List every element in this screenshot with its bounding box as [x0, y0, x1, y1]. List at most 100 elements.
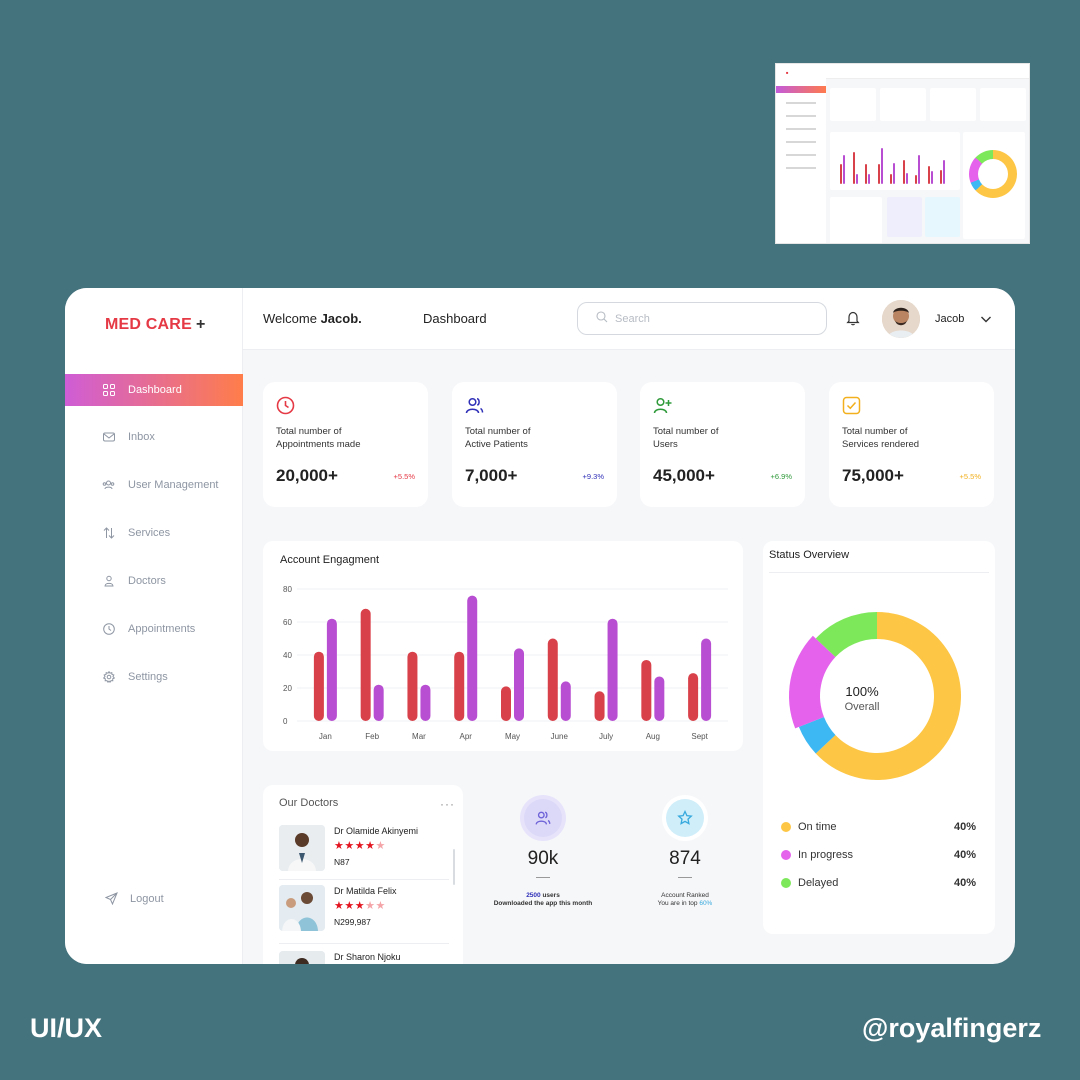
- star-filled-icon: ★: [344, 840, 355, 852]
- thumb-card: [880, 88, 926, 121]
- thumb-bar: [865, 164, 867, 184]
- sidebar-item-inbox[interactable]: Inbox: [65, 421, 243, 453]
- search-input[interactable]: [615, 312, 815, 325]
- mail-icon: [102, 431, 115, 444]
- doctor-card[interactable]: Dr Olamide Akinyemi ★★★★★ N87: [279, 825, 451, 877]
- brand-logo[interactable]: MED CARE +: [105, 316, 205, 334]
- thumb-card: [930, 88, 976, 121]
- preview-thumbnail: ■: [775, 63, 1030, 244]
- bar-jan-series-2: [326, 618, 337, 721]
- gear-icon: [102, 671, 115, 684]
- thumb-bar: [877, 164, 880, 184]
- y-tick-label: 60: [283, 618, 292, 627]
- dashboard-window: MED CARE + Dashboard Inbox User Managemen…: [65, 288, 1015, 964]
- bar-aug-series-2: [654, 676, 665, 721]
- legend-in-progress: In progress 40%: [781, 849, 976, 861]
- thumb-nav-line: [786, 167, 816, 169]
- sidebar-item-label: Inbox: [128, 431, 155, 443]
- divider: [769, 572, 989, 573]
- bell-icon[interactable]: [846, 310, 860, 331]
- bar-july-series-1: [594, 691, 605, 721]
- sidebar-item-label: Appointments: [128, 623, 196, 635]
- thumb-bar: [840, 164, 842, 184]
- thumb-chart-panel: [830, 132, 960, 190]
- sidebar-item-dashboard[interactable]: Dashboard: [65, 374, 243, 406]
- thumb-doctors-panel: [830, 197, 882, 243]
- stat-label: Total number of Users: [653, 426, 719, 450]
- doctors-scrollbar[interactable]: [453, 849, 455, 885]
- thumb-bar: [868, 173, 870, 184]
- chevron-down-icon[interactable]: [980, 312, 992, 330]
- thumb-bars: [840, 144, 955, 184]
- logout-button[interactable]: Logout: [105, 892, 164, 905]
- thumb-nav-line: [786, 102, 816, 104]
- thumb-bar: [890, 174, 892, 184]
- thumb-bar: [930, 171, 933, 184]
- doctor-card[interactable]: Dr Matilda Felix ★★★★★ N299,987: [279, 885, 451, 937]
- welcome-prefix: Welcome: [263, 311, 317, 326]
- doctor-photo: [279, 825, 325, 871]
- stat-value: 7,000+: [465, 466, 518, 485]
- avatar[interactable]: [882, 300, 920, 338]
- thumb-nav-line: [786, 128, 816, 130]
- clock-icon: [102, 623, 115, 636]
- doctor-name: Dr Olamide Akinyemi: [334, 826, 419, 836]
- x-tick-label: Apr: [459, 732, 472, 741]
- thumb-bar: [852, 151, 855, 184]
- username: Jacob: [935, 313, 965, 325]
- doctors-title: Our Doctors: [279, 797, 339, 809]
- thumb-ranked-card: [925, 197, 960, 237]
- brand-plus: +: [195, 316, 206, 333]
- bar-mar-series-1: [407, 651, 418, 721]
- legend-on-time: On time 40%: [781, 821, 976, 833]
- divider: [536, 877, 550, 878]
- doctor-fee: N87: [334, 857, 350, 867]
- sidebar-item-appointments[interactable]: Appointments: [65, 613, 243, 645]
- legend-delayed: Delayed 40%: [781, 877, 976, 889]
- stat-value: 20,000+: [276, 466, 338, 485]
- page-title: Dashboard: [423, 311, 487, 326]
- users-icon: [524, 799, 562, 837]
- sidebar-item-doctors[interactable]: Doctors: [65, 565, 243, 597]
- bar-july-series-2: [607, 618, 618, 721]
- user-icon: [102, 575, 115, 588]
- thumb-bar: [855, 173, 858, 184]
- sidebar-item-label: Dashboard: [128, 384, 182, 396]
- more-options-icon[interactable]: ···: [440, 797, 455, 811]
- sidebar-item-user-management[interactable]: User Management: [65, 469, 243, 501]
- account-engagement-panel: Account Engagment 0 20 40 60 80 Jan Feb Mar Apr M…: [263, 541, 743, 751]
- thumb-nav-line: [786, 154, 816, 156]
- stat-card-users: Total number of Users 45,000+ +6.9%: [640, 382, 805, 507]
- legend-dot: [781, 878, 791, 888]
- sidebar-item-settings[interactable]: Settings: [65, 661, 243, 693]
- thumb-bar: [940, 170, 942, 184]
- x-tick-label: Sept: [691, 732, 708, 741]
- thumb-card: [830, 88, 876, 121]
- bar-mar-series-2: [420, 684, 431, 721]
- sidebar-item-services[interactable]: Services: [65, 517, 243, 549]
- thumb-bar: [880, 147, 883, 184]
- star-filled-icon: ★: [334, 840, 345, 852]
- check-square-icon: [842, 396, 861, 420]
- star-filled-icon: ★: [334, 900, 345, 912]
- x-tick-label: July: [599, 732, 613, 741]
- thumb-downloads-card: [887, 197, 922, 237]
- y-tick-label: 40: [283, 651, 292, 660]
- clock-icon: [276, 396, 295, 420]
- bar-sept-series-1: [688, 673, 699, 721]
- thumb-brand: ■: [786, 70, 789, 75]
- sidebar-item-label: Doctors: [128, 575, 166, 587]
- our-doctors-panel: Our Doctors ··· Dr Olamide Akinyemi ★★★★…: [263, 785, 463, 964]
- legend-percent: 40%: [953, 849, 976, 861]
- thumb-nav-line: [786, 141, 816, 143]
- thumb-bar: [918, 154, 920, 184]
- thumb-bar: [905, 172, 908, 184]
- bar-may-series-1: [501, 686, 511, 721]
- stat-value: 75,000+: [842, 466, 904, 485]
- bar-may-series-2: [514, 648, 524, 721]
- divider: [279, 943, 449, 944]
- search-bar[interactable]: [577, 302, 827, 335]
- bar-apr-series-1: [454, 651, 465, 721]
- doctor-card[interactable]: Dr Sharon Njoku: [279, 951, 451, 964]
- stat-card-appointments: Total number of Appointments made 20,000+…: [263, 382, 428, 507]
